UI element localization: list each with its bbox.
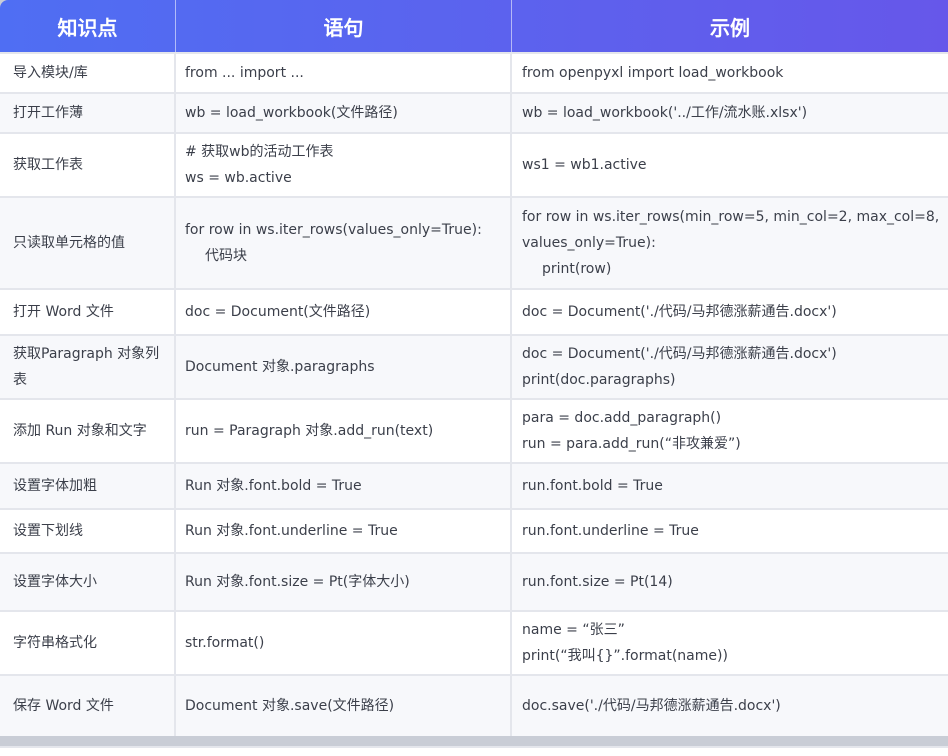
topic-cell: 导入模块/库 (0, 54, 176, 92)
example-cell: from openpyxl import load_workbook (512, 54, 948, 92)
example-cell-line: doc.save('./代码/马邦德涨薪通告.docx') (522, 698, 781, 714)
syntax-cell-line: Run 对象.font.bold = True (185, 478, 362, 494)
header-example: 示例 (710, 15, 750, 40)
topic-cell: 获取工作表 (0, 134, 176, 196)
knowledge-table: 知识点 语句 示例 导入模块/库 from ... import ... from … (0, 0, 948, 756)
table-row: 添加 Run 对象和文字 run = Paragraph 对象.add_run(t… (0, 398, 948, 462)
topic-cell: 设置下划线 (0, 510, 176, 552)
syntax-cell: Document 对象.save(文件路径) (176, 676, 512, 736)
header-topic: 知识点 (0, 0, 176, 52)
table-row: 设置字体大小 Run 对象.font.size = Pt(字体大小) run.fon… (0, 552, 948, 610)
syntax-cell-line: doc = Document(文件路径) (185, 304, 371, 320)
example-cell: run.font.size = Pt(14) (512, 554, 948, 610)
syntax-cell-line: Run 对象.font.underline = True (185, 523, 398, 539)
example-cell-line: run.font.underline = True (522, 523, 699, 539)
example-cell-line: print(“我叫{}”.format(name)) (522, 648, 728, 664)
syntax-cell-line: 代码块 (205, 248, 247, 264)
example-cell-line: ws1 = wb1.active (522, 157, 647, 173)
topic-cell: 设置字体加粗 (0, 464, 176, 508)
syntax-cell: doc = Document(文件路径) (176, 290, 512, 334)
example-cell: run.font.underline = True (512, 510, 948, 552)
syntax-cell: run = Paragraph 对象.add_run(text) (176, 400, 512, 462)
table-row: 字符串格式化 str.format() name = “张三” print(“我叫{}… (0, 610, 948, 674)
example-cell: run.font.bold = True (512, 464, 948, 508)
example-cell: doc = Document('./代码/马邦德涨薪通告.docx') print… (512, 336, 948, 398)
topic-cell: 添加 Run 对象和文字 (0, 400, 176, 462)
example-cell: name = “张三” print(“我叫{}”.format(name)) (512, 612, 948, 674)
example-cell: doc = Document('./代码/马邦德涨薪通告.docx') (512, 290, 948, 334)
table-row: 设置下划线 Run 对象.font.underline = True run.fon… (0, 508, 948, 552)
header-syntax: 语句 (176, 0, 512, 52)
syntax-cell-line: for row in ws.iter_rows(values_only=True… (185, 222, 482, 238)
syntax-cell: Run 对象.font.underline = True (176, 510, 512, 552)
example-cell-line: para = doc.add_paragraph() (522, 410, 722, 426)
topic-cell: 字符串格式化 (0, 612, 176, 674)
table-bottom-row (0, 746, 948, 756)
syntax-cell-line: ws = wb.active (185, 170, 292, 186)
example-cell-line: run = para.add_run(“非攻兼爱”) (522, 436, 741, 452)
syntax-cell-line: wb = load_workbook(文件路径) (185, 105, 398, 121)
example-cell-line: name = “张三” (522, 622, 625, 638)
example-cell-line: from openpyxl import load_workbook (522, 65, 784, 81)
example-cell-line: wb = load_workbook('../工作/流水账.xlsx') (522, 105, 808, 121)
table-row: 导入模块/库 from ... import ... from openpyxl i… (0, 52, 948, 92)
example-cell-line: doc = Document('./代码/马邦德涨薪通告.docx') (522, 304, 837, 320)
example-cell-line: doc = Document('./代码/马邦德涨薪通告.docx') (522, 346, 837, 362)
example-cell: ws1 = wb1.active (512, 134, 948, 196)
example-cell: wb = load_workbook('../工作/流水账.xlsx') (512, 94, 948, 132)
table-row: 打开 Word 文件 doc = Document(文件路径) doc = Docu… (0, 288, 948, 334)
topic-cell: 打开 Word 文件 (0, 290, 176, 334)
example-cell-line: run.font.bold = True (522, 478, 663, 494)
syntax-cell: Run 对象.font.bold = True (176, 464, 512, 508)
syntax-cell: for row in ws.iter_rows(values_only=True… (176, 198, 512, 288)
example-cell-line: for row in ws.iter_rows(min_row=5, min_c… (522, 209, 940, 225)
table-row: 只读取单元格的值 for row in ws.iter_rows(values_o… (0, 196, 948, 288)
syntax-cell-line: Document 对象.paragraphs (185, 359, 375, 375)
syntax-cell: Document 对象.paragraphs (176, 336, 512, 398)
syntax-cell: from ... import ... (176, 54, 512, 92)
topic-cell: 保存 Word 文件 (0, 676, 176, 736)
syntax-cell-line: Run 对象.font.size = Pt(字体大小) (185, 574, 410, 590)
syntax-cell: # 获取wb的活动工作表 ws = wb.active (176, 134, 512, 196)
syntax-cell-line: str.format() (185, 635, 265, 651)
table-row: 打开工作薄 wb = load_workbook(文件路径) wb = load_w… (0, 92, 948, 132)
syntax-cell: str.format() (176, 612, 512, 674)
syntax-cell-line: Document 对象.save(文件路径) (185, 698, 395, 714)
table-row: 保存 Word 文件 Document 对象.save(文件路径) doc.save… (0, 674, 948, 736)
topic-cell: 设置字体大小 (0, 554, 176, 610)
topic-cell: 获取Paragraph 对象列表 (0, 336, 176, 398)
syntax-cell: Run 对象.font.size = Pt(字体大小) (176, 554, 512, 610)
example-cell-line: print(row) (542, 261, 612, 277)
syntax-cell-line: # 获取wb的活动工作表 (185, 144, 334, 160)
syntax-cell-line: from ... import ... (185, 65, 304, 81)
topic-cell: 打开工作薄 (0, 94, 176, 132)
example-cell-line: run.font.size = Pt(14) (522, 574, 673, 590)
table-row: 获取Paragraph 对象列表 Document 对象.paragraphs do… (0, 334, 948, 398)
table-header: 知识点 语句 示例 (0, 0, 948, 52)
example-cell-line: print(doc.paragraphs) (522, 372, 676, 388)
example-cell: doc.save('./代码/马邦德涨薪通告.docx') (512, 676, 948, 736)
example-cell-line: values_only=True): (522, 235, 656, 251)
syntax-cell: wb = load_workbook(文件路径) (176, 94, 512, 132)
table-row: 设置字体加粗 Run 对象.font.bold = True run.font.bo… (0, 462, 948, 508)
topic-cell: 只读取单元格的值 (0, 198, 176, 288)
example-cell: for row in ws.iter_rows(min_row=5, min_c… (512, 198, 948, 288)
syntax-cell-line: run = Paragraph 对象.add_run(text) (185, 423, 434, 439)
example-cell: para = doc.add_paragraph()run = para.add… (512, 400, 948, 462)
table-row: 获取工作表 # 获取wb的活动工作表 ws = wb.active ws1 = wb1… (0, 132, 948, 196)
table-body: 导入模块/库 from ... import ... from openpyxl i… (0, 52, 948, 736)
